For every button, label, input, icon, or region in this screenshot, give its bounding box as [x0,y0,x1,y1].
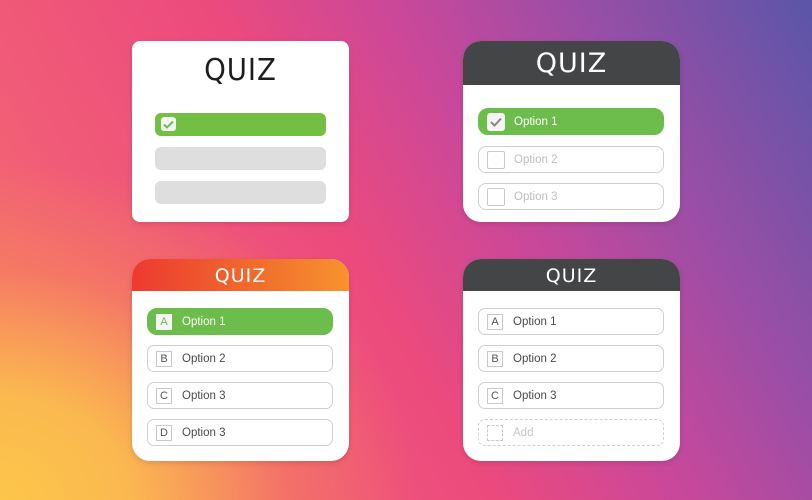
checkbox-empty-icon[interactable] [487,187,505,206]
answer-bar-checked[interactable] [155,113,326,136]
quiz-header: QUIZ [463,259,680,291]
option-d[interactable]: D Option 3 [147,419,333,446]
quiz-card-checkbox: QUIZ Option 1 Option 2 Option 3 [463,41,680,222]
check-icon [161,117,176,131]
option-checkbox-1[interactable]: Option 1 [478,108,664,135]
option-a[interactable]: A Option 1 [147,308,333,335]
add-placeholder-icon [487,424,503,441]
quiz-title: QUIZ [204,53,277,88]
option-label: Option 3 [182,389,226,402]
letter-badge: D [156,424,172,441]
option-label: Option 1 [182,315,226,328]
quiz-header: QUIZ [463,41,680,85]
quiz-title: QUIZ [545,265,598,287]
quiz-title: QUIZ [535,48,608,79]
quiz-card-lettered: QUIZ A Option 1 B Option 2 C Option 3 D … [132,259,349,461]
option-label: Option 3 [513,389,557,402]
letter-badge: C [487,387,503,404]
checkbox-empty-icon[interactable] [487,150,505,169]
option-label: Option 3 [182,426,226,439]
quiz-card-editable: QUIZ A Option 1 B Option 2 C Option 3 Ad… [463,259,680,461]
option-c[interactable]: C Option 3 [147,382,333,409]
option-label: Option 2 [182,352,226,365]
answer-bar-placeholder[interactable] [155,147,326,170]
add-label: Add [513,426,534,439]
letter-badge: C [156,387,172,404]
option-checkbox-3[interactable]: Option 3 [478,183,664,210]
checkbox-checked-icon[interactable] [487,112,505,131]
option-label: Option 1 [513,315,557,328]
option-a[interactable]: A Option 1 [478,308,664,335]
letter-badge: A [487,313,503,330]
add-option-button[interactable]: Add [478,419,664,446]
option-label: Option 2 [513,352,557,365]
option-label: Option 2 [514,153,558,166]
option-b[interactable]: B Option 2 [478,345,664,372]
quiz-title: QUIZ [214,265,267,287]
letter-badge: B [156,350,172,367]
answer-bar-placeholder[interactable] [155,181,326,204]
quiz-header: QUIZ [132,259,349,291]
option-checkbox-2[interactable]: Option 2 [478,146,664,173]
letter-badge: A [156,313,172,330]
option-label: Option 1 [514,115,558,128]
option-b[interactable]: B Option 2 [147,345,333,372]
letter-badge: B [487,350,503,367]
option-c[interactable]: C Option 3 [478,382,664,409]
quiz-card-plain: QUIZ [132,41,349,222]
option-label: Option 3 [514,190,558,203]
